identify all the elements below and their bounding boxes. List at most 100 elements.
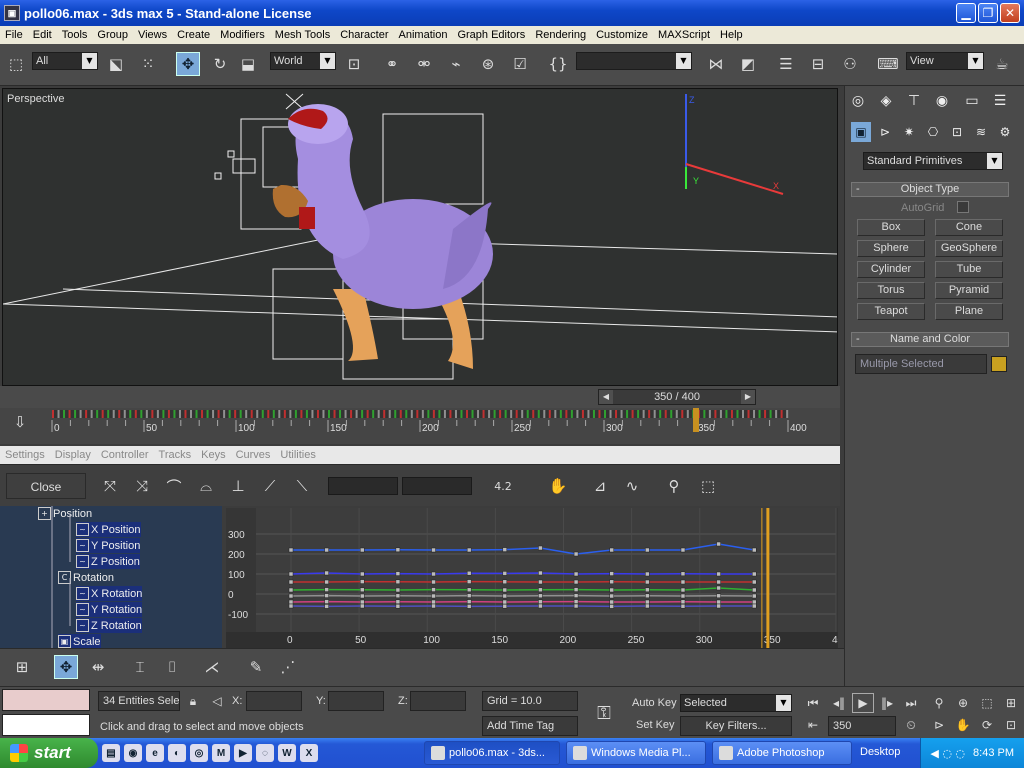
quicklaunch-player-icon[interactable]: ▶: [234, 744, 252, 762]
add-time-tag-button[interactable]: Add Time Tag: [482, 716, 578, 736]
tab-tracks[interactable]: Tracks: [154, 449, 197, 461]
y-coord-field[interactable]: [328, 691, 384, 711]
select-and-link-icon[interactable]: ⚭: [380, 52, 404, 76]
tray-icons[interactable]: ◀ ◌ ◌: [930, 747, 965, 760]
selection-filter-dropdown[interactable]: All ▼: [32, 52, 98, 70]
maximize-button[interactable]: ❐: [978, 3, 998, 23]
cone-button[interactable]: Cone: [935, 219, 1003, 236]
tab-curves[interactable]: Curves: [231, 449, 276, 461]
name-and-color-rollout[interactable]: - Name and Color: [851, 332, 1009, 347]
tree-item-x-position[interactable]: ~ X Position: [76, 522, 141, 537]
pivot-center-icon[interactable]: ⊡: [342, 52, 366, 76]
tab-keys[interactable]: Keys: [196, 449, 230, 461]
menu-maxscript[interactable]: MAXScript: [653, 29, 715, 41]
task-adobe-photoshop[interactable]: Adobe Photoshop: [712, 741, 852, 765]
move-keys-active-icon[interactable]: ✥: [54, 655, 78, 679]
maxscript-listener-pink[interactable]: [2, 689, 90, 711]
time-slider[interactable]: ◀ 350 / 400 ▶: [598, 389, 756, 405]
zoom-region-icon[interactable]: ⬚: [696, 474, 720, 498]
tab-controller[interactable]: Controller: [96, 449, 154, 461]
break-tangents-icon[interactable]: ⋌: [200, 655, 224, 679]
select-by-name-icon[interactable]: ⬕: [104, 52, 128, 76]
select-object-icon[interactable]: ⬚: [4, 52, 28, 76]
task-3dsmax[interactable]: pollo06.max - 3ds...: [424, 741, 560, 765]
key-icon[interactable]: ⚿: [588, 701, 620, 725]
quicklaunch-firefox-icon[interactable]: ◉: [124, 744, 142, 762]
menu-file[interactable]: File: [0, 29, 28, 41]
tab-settings[interactable]: Settings: [0, 449, 50, 461]
key-mode-toggle-icon[interactable]: ⇤: [802, 715, 824, 735]
next-frame-icon[interactable]: ‖▸: [876, 693, 898, 713]
key-mode-dropdown[interactable]: Selected ▼: [680, 694, 792, 712]
menu-customize[interactable]: Customize: [591, 29, 653, 41]
show-tangents-icon[interactable]: ⋰: [276, 655, 300, 679]
field-of-view-icon[interactable]: ⊳: [928, 715, 950, 735]
scale-values-icon[interactable]: ⌓: [194, 474, 218, 498]
menu-character[interactable]: Character: [335, 29, 393, 41]
reference-coordinate-dropdown[interactable]: World ▼: [270, 52, 336, 70]
mirror-icon[interactable]: ⋈: [704, 52, 728, 76]
minimize-button[interactable]: ▁: [956, 3, 976, 23]
menu-help[interactable]: Help: [715, 29, 748, 41]
maxscript-listener-white[interactable]: [2, 714, 90, 736]
menu-group[interactable]: Group: [92, 29, 133, 41]
zoom-extents-icon[interactable]: ⬚: [976, 693, 998, 713]
curve-editor[interactable]: 3002001000-100050100150200250300350400: [226, 508, 838, 648]
hierarchy-tab-icon[interactable]: ⊤: [903, 90, 925, 112]
systems-icon[interactable]: ⚙: [995, 122, 1015, 142]
frame-field[interactable]: [328, 477, 398, 495]
menu-edit[interactable]: Edit: [28, 29, 57, 41]
quicklaunch-folder-icon[interactable]: ▤: [102, 744, 120, 762]
auto-key-button[interactable]: Auto Key: [632, 697, 677, 709]
geosphere-button[interactable]: GeoSphere: [935, 240, 1003, 257]
scale-keys-icon[interactable]: ⌒: [162, 474, 186, 498]
selection-region-icon[interactable]: ⁙: [136, 52, 160, 76]
reduce-keys-icon[interactable]: ⟍: [290, 474, 314, 498]
lock-selection-icon[interactable]: 🔒︎: [182, 691, 204, 711]
menu-mesh-tools[interactable]: Mesh Tools: [270, 29, 335, 41]
snap-toggle-icon[interactable]: ⊛: [476, 52, 500, 76]
key-filters-button[interactable]: Key Filters...: [680, 716, 792, 736]
named-selection-dropdown[interactable]: ▼: [576, 52, 692, 70]
quicklaunch-gmail-icon[interactable]: M: [212, 744, 230, 762]
draw-curves-icon[interactable]: ⟋: [258, 474, 282, 498]
add-keys-icon[interactable]: ⊥: [226, 474, 250, 498]
trackbar[interactable]: ⇩ 0 50 100 150 200 250 300 350 400: [0, 408, 840, 444]
chevron-left-icon[interactable]: ◀: [599, 390, 613, 404]
zoom-horizontal-extents-icon[interactable]: ⊿: [588, 474, 612, 498]
menu-rendering[interactable]: Rendering: [530, 29, 591, 41]
object-type-rollout[interactable]: - Object Type: [851, 182, 1009, 197]
z-coord-field[interactable]: [410, 691, 466, 711]
quicklaunch-excel-icon[interactable]: X: [300, 744, 318, 762]
set-key-button[interactable]: Set Key: [636, 719, 675, 731]
pan-view-icon[interactable]: ✋: [952, 715, 974, 735]
move-horizontal-icon[interactable]: ⇹: [86, 655, 110, 679]
schematic-view-icon[interactable]: ⊟: [806, 52, 830, 76]
tree-item-y-position[interactable]: ~ Y Position: [76, 538, 141, 553]
select-and-move-icon[interactable]: ✥: [176, 52, 200, 76]
zoom-extents-all-icon[interactable]: ⊞: [1000, 693, 1022, 713]
tangent-in-icon[interactable]: ⌶: [128, 655, 152, 679]
filters-icon[interactable]: ⊞: [10, 655, 34, 679]
select-and-scale-icon[interactable]: ⬓: [236, 52, 260, 76]
space-warps-icon[interactable]: ≋: [971, 122, 991, 142]
lights-icon[interactable]: ✷: [899, 122, 919, 142]
object-name-field[interactable]: Multiple Selected: [855, 354, 987, 374]
zoom-viewport-icon[interactable]: ⚲: [928, 693, 950, 713]
go-to-start-icon[interactable]: ⏮: [802, 693, 824, 713]
desktop-toolbar[interactable]: Desktop: [860, 746, 900, 758]
time-configuration-icon[interactable]: ⏲: [900, 715, 922, 735]
tree-item-x-rotation[interactable]: ~ X Rotation: [76, 586, 143, 601]
render-scene-icon[interactable]: ⌨: [876, 52, 900, 76]
cameras-icon[interactable]: ⎔: [923, 122, 943, 142]
geometry-icon[interactable]: ▣: [851, 122, 871, 142]
tab-utilities[interactable]: Utilities: [275, 449, 320, 461]
menu-graph-editors[interactable]: Graph Editors: [452, 29, 530, 41]
play-icon[interactable]: ▶: [852, 693, 874, 713]
task-windows-media-player[interactable]: Windows Media Pl...: [566, 741, 706, 765]
previous-frame-icon[interactable]: ◂‖: [828, 693, 850, 713]
render-type-dropdown[interactable]: View ▼: [906, 52, 984, 70]
menu-create[interactable]: Create: [172, 29, 215, 41]
tube-button[interactable]: Tube: [935, 261, 1003, 278]
edit-named-selection-icon[interactable]: {}: [546, 52, 570, 76]
